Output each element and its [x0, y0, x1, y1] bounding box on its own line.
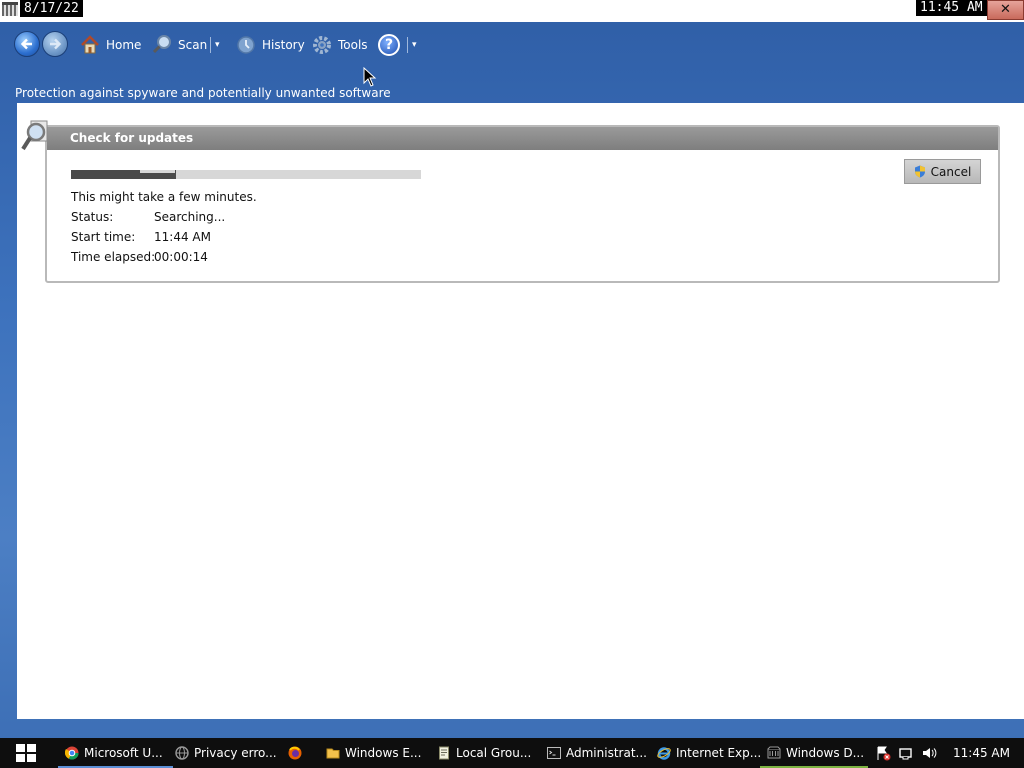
home-icon: [79, 34, 101, 56]
help-icon: ?: [378, 34, 400, 56]
taskbar-item-windows-explorer[interactable]: Windows E...: [320, 738, 430, 768]
cancel-label: Cancel: [930, 164, 972, 179]
back-arrow-icon: [20, 38, 32, 50]
start-time-label: Start time:: [71, 230, 136, 244]
chevron-down-icon: ▾: [215, 40, 220, 50]
forward-arrow-icon: [50, 38, 62, 50]
taskbar-label: Local Grou...: [456, 746, 532, 760]
history-button[interactable]: History: [235, 32, 305, 58]
defender-icon: [767, 746, 781, 759]
group-title: Check for updates: [47, 127, 998, 150]
main-content-panel: Check for updates Cancel This might take…: [17, 103, 1024, 719]
policy-icon: [439, 746, 449, 760]
windows-start-icon[interactable]: [15, 743, 37, 763]
date-text: 8/17/22: [20, 0, 83, 17]
history-icon: [235, 34, 257, 56]
taskbar-label: Privacy erro...: [194, 746, 277, 760]
ie-icon: [657, 747, 671, 760]
taskbar-label: Administrat...: [566, 746, 647, 760]
check-updates-group: Check for updates Cancel This might take…: [45, 125, 1000, 283]
tools-label: Tools: [338, 38, 368, 52]
taskbar-item-internet-explorer[interactable]: Internet Exp...: [650, 738, 760, 768]
action-center-flag-icon[interactable]: [875, 745, 891, 761]
top-overlay-bar: 8/17/22 11:45 AM ✕: [0, 0, 1024, 22]
system-tray: [875, 738, 944, 768]
shield-icon: [914, 165, 925, 178]
date-display: 8/17/22: [0, 0, 83, 17]
time-elapsed-value: 00:00:14: [154, 250, 208, 264]
progress-highlight: [140, 170, 175, 173]
time-elapsed-label: Time elapsed:: [71, 250, 156, 264]
taskbar-label: Windows D...: [786, 746, 865, 760]
back-button[interactable]: [14, 31, 40, 57]
volume-icon[interactable]: [921, 745, 937, 761]
scan-button[interactable]: Scan: [151, 32, 207, 58]
firefox-icon: [288, 746, 302, 760]
taskbar: Microsoft U... Privacy erro... Windows E…: [0, 738, 1024, 768]
cmd-icon: [547, 747, 561, 759]
cancel-button[interactable]: Cancel: [904, 159, 981, 184]
help-dropdown-button[interactable]: ▾: [407, 37, 417, 53]
help-button[interactable]: ?: [378, 32, 400, 58]
tools-button[interactable]: Tools: [311, 32, 368, 58]
home-button[interactable]: Home: [79, 32, 141, 58]
taskbar-item-administrator-cmd[interactable]: Administrat...: [540, 738, 652, 768]
scan-icon: [151, 34, 173, 56]
taskbar-item-local-group-policy[interactable]: Local Grou...: [430, 738, 540, 768]
close-icon: ✕: [1000, 2, 1011, 17]
taskbar-item-windows-defender[interactable]: Windows D...: [760, 738, 868, 768]
update-search-icon: [21, 120, 48, 151]
status-value: Searching...: [154, 210, 226, 224]
scan-label: Scan: [178, 38, 208, 52]
forward-button[interactable]: [42, 31, 68, 57]
taskbar-label: Windows E...: [345, 746, 422, 760]
tagline: Protection against spyware and potential…: [15, 86, 391, 100]
home-label: Home: [106, 38, 142, 52]
chevron-down-icon: ▾: [412, 40, 417, 50]
wait-message: This might take a few minutes.: [71, 190, 257, 204]
globe-icon: [175, 746, 189, 760]
start-time-value: 11:44 AM: [154, 230, 211, 244]
mouse-cursor-icon: [363, 67, 377, 87]
taskbar-item-firefox[interactable]: [282, 738, 317, 768]
taskbar-item-privacy-error[interactable]: Privacy erro...: [168, 738, 278, 768]
chrome-icon: [65, 746, 79, 760]
status-label: Status:: [71, 210, 114, 224]
taskbar-item-chrome[interactable]: Microsoft U...: [58, 738, 173, 768]
scan-dropdown-button[interactable]: ▾: [210, 37, 220, 53]
taskbar-label: Internet Exp...: [676, 746, 760, 760]
folder-icon: [326, 748, 340, 759]
history-label: History: [262, 38, 305, 52]
taskbar-label: Microsoft U...: [84, 746, 163, 760]
network-icon[interactable]: [898, 745, 914, 761]
progress-bar: [71, 170, 421, 179]
gear-icon: [311, 34, 333, 56]
calendar-icon: [2, 2, 18, 16]
close-button[interactable]: ✕: [987, 0, 1024, 20]
taskbar-clock[interactable]: 11:45 AM: [953, 746, 1010, 760]
top-clock: 11:45 AM: [916, 0, 987, 16]
